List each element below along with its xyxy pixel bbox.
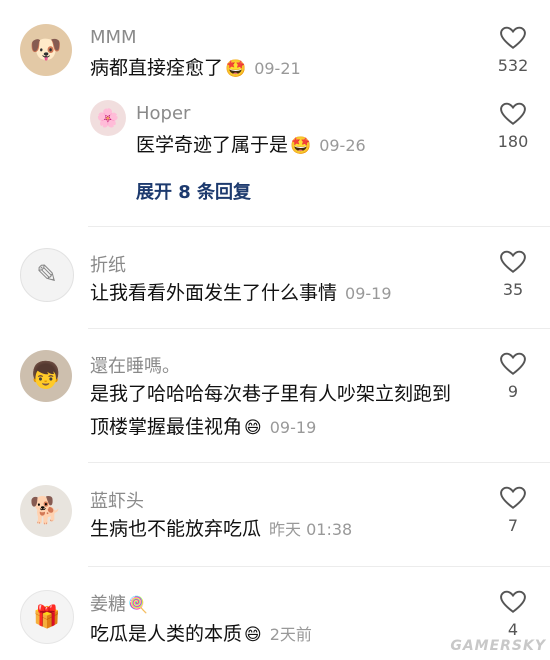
comment-item: 👦 還在睡嗎。 是我了哈哈哈每次巷子里有人吵架立刻跑到 顶楼掌握最佳视角 😄 09-… bbox=[0, 328, 550, 462]
comment-date: 昨天 01:38 bbox=[269, 520, 353, 539]
comment-date: 09-19 bbox=[345, 284, 392, 303]
like-button[interactable]: 7 bbox=[493, 486, 533, 535]
like-count: 7 bbox=[507, 516, 519, 535]
username-text: 姜糖 bbox=[90, 594, 126, 615]
heart-icon bbox=[500, 250, 526, 273]
comment-date: 09-19 bbox=[269, 418, 317, 437]
comment-item: ✎ 折纸 让我看看外面发生了什么事情 09-19 35 bbox=[0, 226, 550, 328]
avatar[interactable]: 👦 bbox=[20, 350, 72, 402]
comment-text-line2: 顶楼掌握最佳视角 😄 09-19 bbox=[90, 411, 316, 444]
comment-text: 生病也不能放弃吃瓜 昨天 01:38 bbox=[90, 513, 352, 546]
heart-icon bbox=[500, 26, 526, 49]
like-count: 4 bbox=[507, 620, 519, 639]
emoji-icon: 😄 bbox=[244, 625, 262, 645]
comment-item: 🐕 蓝虾头 生病也不能放弃吃瓜 昨天 01:38 7 bbox=[0, 462, 550, 566]
comment-body: 吃瓜是人类的本质 bbox=[90, 623, 243, 645]
comment-username[interactable]: 蓝虾头 bbox=[90, 487, 144, 513]
like-button[interactable]: 180 bbox=[493, 102, 533, 151]
comment-username[interactable]: 折纸 bbox=[90, 251, 126, 277]
like-count: 9 bbox=[507, 382, 519, 401]
like-count: 180 bbox=[497, 132, 529, 151]
like-count: 35 bbox=[502, 280, 524, 299]
comment-text: 病都直接痊愈了 🤩 09-21 bbox=[90, 52, 301, 85]
reply-body: 医学奇迹了属于是 bbox=[136, 134, 289, 156]
expand-replies-link[interactable]: 展开 8 条回复 bbox=[136, 178, 251, 204]
like-button[interactable]: 35 bbox=[493, 250, 533, 299]
reply-username[interactable]: Hoper bbox=[136, 103, 190, 124]
heart-icon bbox=[500, 590, 526, 613]
comment-body: 顶楼掌握最佳视角 bbox=[90, 416, 243, 438]
avatar[interactable]: ✎ bbox=[20, 248, 74, 302]
comment-body: 让我看看外面发生了什么事情 bbox=[90, 282, 338, 304]
heart-icon bbox=[500, 102, 526, 125]
comment-date: 2天前 bbox=[269, 625, 312, 644]
comment-text-line1: 是我了哈哈哈每次巷子里有人吵架立刻跑到 bbox=[90, 383, 452, 405]
lollipop-icon: 🍭 bbox=[128, 595, 148, 614]
comment-username[interactable]: 還在睡嗎。 bbox=[90, 352, 180, 378]
comment-date: 09-21 bbox=[254, 59, 301, 78]
emoji-icon: 🤩 bbox=[290, 136, 312, 156]
comment-text: 让我看看外面发生了什么事情 09-19 bbox=[90, 277, 392, 310]
avatar[interactable]: 🎁 bbox=[20, 590, 74, 644]
emoji-icon: 😄 bbox=[244, 418, 262, 438]
comment-body: 病都直接痊愈了 bbox=[90, 57, 224, 79]
comment-username[interactable]: MMM bbox=[90, 27, 137, 48]
reply-date: 09-26 bbox=[319, 136, 366, 155]
comment-body: 生病也不能放弃吃瓜 bbox=[90, 518, 262, 540]
comment-item: 🐶 MMM 病都直接痊愈了 🤩 09-21 532 🌸 Hoper 医学奇迹了属于是… bbox=[0, 0, 550, 225]
watermark-logo: GAMERSKY bbox=[450, 638, 546, 654]
reply-text: 医学奇迹了属于是 🤩 09-26 bbox=[136, 129, 366, 162]
avatar[interactable]: 🐶 bbox=[20, 24, 72, 76]
like-count: 532 bbox=[497, 56, 529, 75]
avatar[interactable]: 🐕 bbox=[20, 485, 72, 537]
emoji-icon: 🤩 bbox=[225, 59, 247, 79]
like-button[interactable]: 532 bbox=[493, 26, 533, 75]
reply-avatar[interactable]: 🌸 bbox=[90, 100, 126, 136]
heart-icon bbox=[500, 486, 526, 509]
comment-text: 吃瓜是人类的本质 😄 2天前 bbox=[90, 618, 312, 651]
heart-icon bbox=[500, 352, 526, 375]
like-button[interactable]: 4 bbox=[493, 590, 533, 639]
comment-username[interactable]: 姜糖 🍭 bbox=[90, 590, 148, 616]
like-button[interactable]: 9 bbox=[493, 352, 533, 401]
